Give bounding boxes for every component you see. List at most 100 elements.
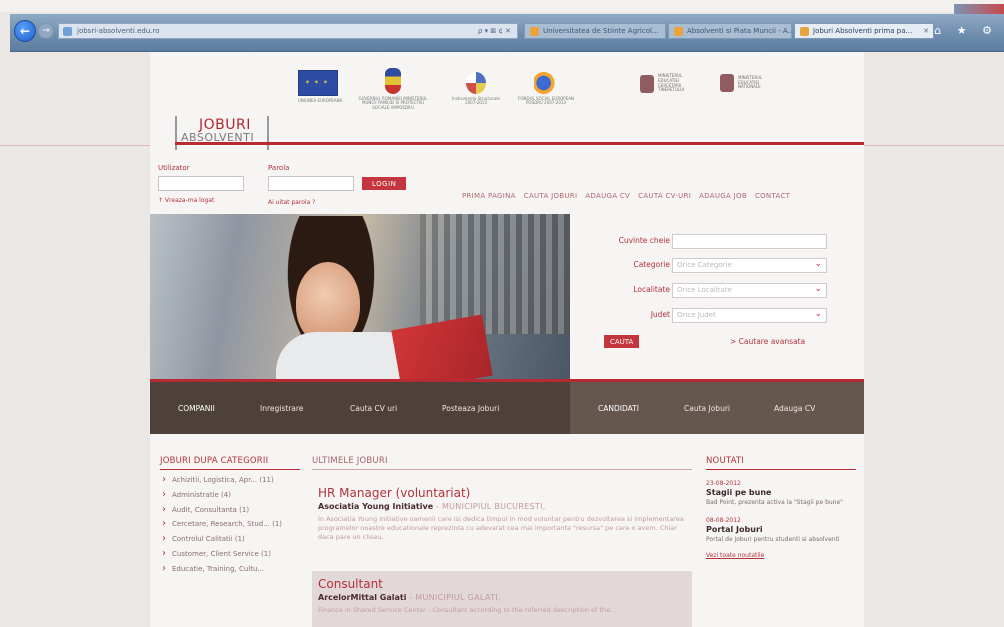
eu-logo: UNIUNEA EUROPEANA [298, 70, 342, 103]
link-cauta-cv-uri[interactable]: Cauta CV uri [350, 404, 397, 413]
news-date: 08-08-2012 [706, 516, 741, 524]
news-date: 23-08-2012 [706, 480, 741, 487]
sponsor-logos: UNIUNEA EUROPEANA GUVERNUL ROMANIEI MINI… [150, 52, 864, 122]
back-arrow-icon[interactable]: ← [14, 20, 36, 42]
password-input[interactable] [268, 176, 354, 191]
candidates-heading: CANDIDATI [598, 404, 639, 413]
username-label: Utilizator [158, 164, 190, 172]
news-item[interactable]: 23-08-2012 Stagii pe bune Bad Point, pre… [706, 480, 856, 507]
government-logo: GUVERNUL ROMANIEI MINISTERUL MUNCII FAMI… [358, 68, 428, 110]
username-input[interactable] [158, 176, 244, 191]
nav-adauga-job[interactable]: ADAUGA JOB [699, 192, 747, 200]
window-controls[interactable] [954, 4, 1004, 14]
browser-toolbar: ← → jobsri-absolventi.edu.ro ρ ▾ ⊠ ¢ ✕ U… [10, 4, 1004, 52]
tab-favicon-icon [530, 27, 539, 36]
category-select[interactable]: Orice Categorie [672, 258, 827, 273]
link-adauga-cv[interactable]: Adauga CV [774, 404, 815, 413]
job-location: - MUNICIPIUL BUCURESTI, [435, 502, 546, 511]
hero-image [150, 214, 570, 379]
job-title[interactable]: Consultant [318, 577, 686, 591]
job-listing[interactable]: HR Manager (voluntariat) Asociatia Young… [312, 486, 692, 541]
ministry-logo-2: MINISTERUL EDUCATIEI NATIONALE [720, 74, 772, 92]
categories-column: JOBURI DUPA CATEGORII Achizitii, Logisti… [160, 456, 300, 579]
browser-icons[interactable]: ⌂ ★ ⚙ [934, 24, 998, 37]
category-item[interactable]: Cercetare, Research, Stud... (1) [160, 518, 300, 530]
logo-caption: Instrumente Structurale 2007-2013 [452, 96, 500, 106]
link-posteaza-joburi[interactable]: Posteaza Joburi [442, 404, 499, 413]
ministry-logo-1: MINISTERUL EDUCATIEI CERCETARII TINERETU… [640, 73, 692, 93]
address-controls[interactable]: ρ ▾ ⊠ ¢ ✕ [478, 27, 511, 35]
nav-prima-pagina[interactable]: PRIMA PAGINA [462, 192, 516, 200]
hero-section: Cuvinte cheie Categorie Orice Categorie … [150, 214, 864, 379]
news-text: Portal de joburi pentru studenti si abso… [706, 535, 840, 543]
tab-favicon-icon [800, 27, 809, 36]
keywords-input[interactable] [672, 234, 827, 249]
job-company: ArcelorMittal Galati - MUNICIPIUL GALATI… [318, 593, 686, 602]
logo-caption: MINISTERUL EDUCATIEI CERCETARII TINERETU… [658, 73, 684, 93]
job-listing[interactable]: Consultant ArcelorMittal Galati - MUNICI… [312, 571, 692, 627]
logo-caption: GUVERNUL ROMANIEI MINISTERUL MUNCII FAMI… [358, 96, 428, 110]
header-red-line [175, 142, 864, 145]
ministry-emblem-icon [720, 74, 734, 92]
close-tab-icon[interactable]: ✕ [923, 27, 929, 35]
ministry-emblem-icon [640, 74, 654, 93]
advanced-search-link[interactable]: > Cautare avansata [730, 337, 805, 346]
news-column: NOUTATI 23-08-2012 Stagii pe bune Bad Po… [706, 456, 856, 559]
browser-tab[interactable]: Universitatea de Stiinte Agricol... [524, 23, 666, 39]
forward-arrow-icon[interactable]: → [38, 23, 54, 39]
browser-tab-active[interactable]: Joburi Absolventi prima pa... ✕ [794, 23, 934, 39]
category-item[interactable]: Achizitii, Logistica, Apr... (11) [160, 474, 300, 486]
nav-contact[interactable]: CONTACT [755, 192, 790, 200]
remember-me-checkbox[interactable]: ↑ Vreaza-ma logat [158, 197, 214, 204]
nav-adauga-cv[interactable]: ADAUGA CV [585, 192, 630, 200]
site-logo[interactable]: JOBURI ABSOLVENTI [175, 114, 275, 154]
news-heading: NOUTATI [706, 456, 856, 470]
job-description: In Asociatia Young Initiative oamenii ca… [318, 515, 684, 541]
link-inregistrare[interactable]: Inregistrare [260, 404, 303, 413]
instrumente-structurale-logo: Instrumente Structurale 2007-2013 [450, 72, 502, 106]
tab-title: Joburi Absolventi prima pa... [813, 27, 913, 35]
site-favicon-icon [63, 27, 72, 36]
company-name[interactable]: Asociatia Young Initiative [318, 502, 433, 511]
website: UNIUNEA EUROPEANA GUVERNUL ROMANIEI MINI… [150, 52, 864, 627]
login-form: Utilizator Parola LOGIN ↑ Vreaza-ma loga… [158, 164, 458, 214]
photo-border [0, 0, 1004, 12]
job-company: Asociatia Young Initiative - MUNICIPIUL … [318, 502, 686, 511]
logo-caption: MINISTERUL EDUCATIEI NATIONALE [738, 74, 763, 90]
logo-caption: FONDUL SOCIAL EUROPEAN POSDRU 2007-2013 [518, 96, 574, 106]
quick-links-band: COMPANII Inregistrare Cauta CV uri Poste… [150, 379, 864, 434]
romania-crest-icon [385, 68, 401, 94]
news-text: Bad Point, prezenta activa la "Stagii pe… [706, 499, 843, 506]
news-title[interactable]: Stagii pe bune [706, 488, 856, 497]
fse-icon [534, 72, 558, 94]
link-cauta-joburi[interactable]: Cauta Joburi [684, 404, 730, 413]
latest-jobs-column: ULTIMELE JOBURI HR Manager (voluntariat)… [312, 456, 692, 627]
city-label: Localitate [633, 285, 670, 294]
address-bar[interactable]: jobsri-absolventi.edu.ro ρ ▾ ⊠ ¢ ✕ [58, 23, 518, 39]
browser-tab[interactable]: Absolventi si Piata Muncii - A... [668, 23, 792, 39]
nav-cauta-joburi[interactable]: CAUTA JOBURI [524, 192, 578, 200]
county-select[interactable]: Orice Judet [672, 308, 827, 323]
city-value: Orice Localitate [677, 286, 732, 294]
news-item[interactable]: 08-08-2012 Portal Joburi Portal de jobur… [706, 517, 856, 544]
category-list: Achizitii, Logistica, Apr... (11) Admini… [160, 474, 300, 575]
news-title[interactable]: Portal Joburi [706, 525, 856, 534]
search-button[interactable]: CAUTA [604, 335, 640, 348]
category-item[interactable]: Customer, Client Service (1) [160, 548, 300, 560]
job-location: - MUNICIPIUL GALATI, [409, 593, 501, 602]
city-select[interactable]: Orice Localitate [672, 283, 827, 298]
category-label: Categorie [633, 260, 670, 269]
category-item[interactable]: Educatie, Training, Cultu... [160, 563, 300, 575]
job-title[interactable]: HR Manager (voluntariat) [318, 486, 686, 500]
category-item[interactable]: Controlul Calitatii (1) [160, 533, 300, 545]
forgot-password-link[interactable]: Ai uitat parola ? [268, 199, 315, 206]
all-news-link[interactable]: Vezi toate noutatile [706, 552, 856, 559]
category-item[interactable]: Administratie (4) [160, 489, 300, 501]
category-value: Orice Categorie [677, 261, 732, 269]
nav-cauta-cv-uri[interactable]: CAUTA CV-URI [638, 192, 691, 200]
company-name[interactable]: ArcelorMittal Galati [318, 593, 406, 602]
latest-jobs-heading: ULTIMELE JOBURI [312, 456, 692, 470]
login-button[interactable]: LOGIN [362, 177, 407, 190]
tab-title: Universitatea de Stiinte Agricol... [543, 27, 659, 35]
category-item[interactable]: Audit, Consultanta (1) [160, 504, 300, 516]
